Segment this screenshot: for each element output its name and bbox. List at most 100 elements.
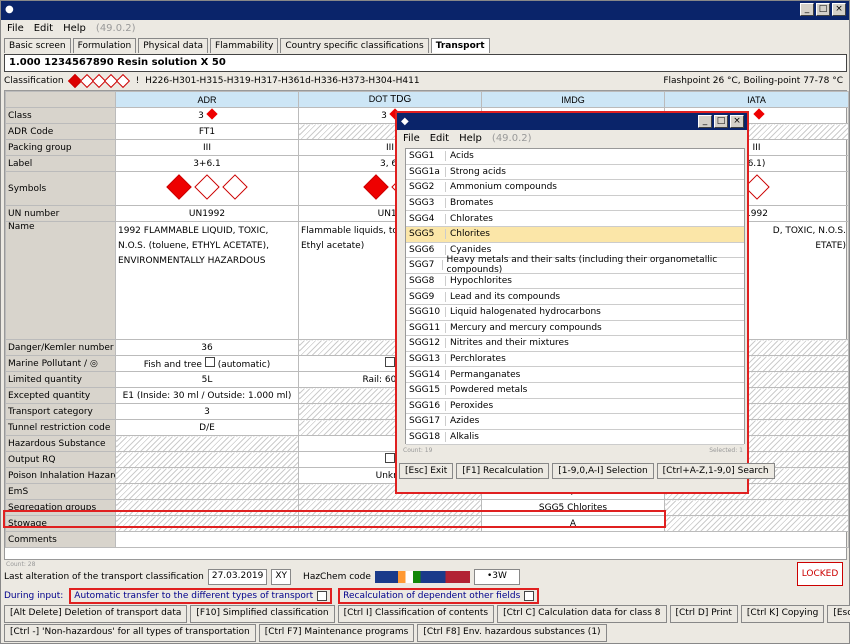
maximize-button[interactable]: □ — [816, 3, 830, 16]
popup-selected: Selected: 1 — [709, 447, 743, 454]
diamond-icon — [206, 108, 218, 120]
list-item[interactable]: SGG14 Permanganates — [406, 367, 744, 383]
row-class-label: Class — [5, 107, 116, 124]
popup-menu-edit[interactable]: Edit — [430, 133, 449, 144]
row-packing-label: Packing group — [5, 139, 116, 156]
list-item[interactable]: SGG9 Lead and its compounds — [406, 289, 744, 305]
list-item[interactable]: SGG12 Nitrites and their mixtures — [406, 336, 744, 352]
exit-button[interactable]: [Esc] Exit — [827, 605, 850, 623]
tab-physical[interactable]: Physical data — [138, 38, 208, 53]
print-button[interactable]: [Ctrl D] Print — [669, 605, 738, 623]
adr-code[interactable]: FT1 — [115, 123, 299, 140]
row-marine-label: Marine Pollutant / ◎ — [5, 355, 116, 372]
row-poison-label: Poison Inhalation Hazard — [5, 467, 116, 484]
adr-limited[interactable]: 5L — [115, 371, 299, 388]
popup-menu-help[interactable]: Help — [459, 133, 482, 144]
row-danger-label: Danger/Kemler number — [5, 339, 116, 356]
menu-edit[interactable]: Edit — [34, 23, 53, 34]
adr-name[interactable]: 1992 FLAMMABLE LIQUID, TOXIC, N.O.S. (tol… — [115, 221, 299, 340]
row-transport-label: Transport category — [5, 403, 116, 420]
flame-icon — [166, 174, 192, 200]
tab-transport[interactable]: Transport — [430, 38, 490, 53]
non-hazardous-button[interactable]: [Ctrl -] 'Non-hazardous' for all types o… — [4, 624, 256, 642]
popup-close-button[interactable]: × — [730, 115, 744, 128]
popup-version: (49.0.2) — [491, 133, 532, 144]
delete-transport-button[interactable]: [Alt Delete] Deletion of transport data — [4, 605, 188, 623]
popup-title-bar: ◆ _ □ × — [397, 113, 747, 130]
classification-contents-button[interactable]: [Ctrl I] Classification of contents — [337, 605, 495, 623]
adr-excepted[interactable]: E1 (Inside: 30 ml / Outside: 1.000 ml) — [115, 387, 299, 404]
alteration-date[interactable]: 27.03.2019 — [207, 569, 268, 585]
menu-help[interactable]: Help — [63, 23, 86, 34]
header-dot: DOT TDG — [298, 91, 482, 108]
adr-un[interactable]: UN1992 — [115, 205, 299, 222]
tab-basic[interactable]: Basic screen — [4, 38, 71, 53]
list-item[interactable]: SGG11 Mercury and mercury compounds — [406, 320, 744, 337]
last-alteration-label: Last alteration of the transport classif… — [4, 572, 204, 582]
hazchem-field[interactable]: •3W — [473, 569, 520, 585]
popup-minimize-button[interactable]: _ — [698, 115, 712, 128]
row-comments-label: Comments — [5, 531, 116, 548]
flame-icon — [363, 174, 389, 200]
auto-transfer-checkbox[interactable] — [317, 591, 328, 601]
hazard-icon — [115, 73, 130, 88]
list-item[interactable]: SGG2 Ammonium compounds — [406, 180, 744, 196]
list-item[interactable]: SGG16 Peroxides — [406, 398, 744, 415]
adr-class[interactable]: 3 — [115, 107, 299, 124]
row-symbols-label: Symbols — [5, 171, 116, 206]
adr-label[interactable]: 3+6.1 — [115, 155, 299, 172]
popup-selection-button[interactable]: [1-9,0,A-I] Selection — [552, 463, 654, 479]
maintenance-button[interactable]: [Ctrl F7] Maintenance programs — [258, 624, 415, 642]
popup-exit-button[interactable]: [Esc] Exit — [399, 463, 454, 479]
minimize-button[interactable]: _ — [800, 3, 814, 16]
popup-maximize-button[interactable]: □ — [714, 115, 728, 128]
popup-menu-file[interactable]: File — [403, 133, 420, 144]
list-item[interactable]: SGG1a Strong acids — [406, 164, 744, 181]
copying-button[interactable]: [Ctrl K] Copying — [740, 605, 825, 623]
list-item[interactable]: SGG4 Chlorates — [406, 211, 744, 227]
list-item[interactable]: SGG8 Hypochlorites — [406, 273, 744, 290]
row-un-label: UN number — [5, 205, 116, 222]
marine-checkbox[interactable] — [204, 357, 215, 367]
list-item[interactable]: SGG17 Azides — [406, 414, 744, 430]
adr-packing[interactable]: III — [115, 139, 299, 156]
list-item[interactable]: SGG18 Alkalis — [406, 429, 744, 446]
menu-bar: File Edit Help (49.0.2) — [1, 21, 849, 36]
row-limited-label: Limited quantity — [5, 371, 116, 388]
popup-recalc-button[interactable]: [F1] Recalculation — [456, 463, 550, 479]
env-hazardous-button[interactable]: [Ctrl F8] Env. hazardous substances (1) — [417, 624, 607, 642]
list-item[interactable]: SGG7 Heavy metals and their salts (includ… — [406, 255, 744, 275]
header-adr: ADR — [115, 91, 299, 108]
auto-transfer-option[interactable]: Automatic transfer to the different type… — [69, 588, 333, 604]
menu-file[interactable]: File — [7, 23, 24, 34]
locked-badge[interactable]: LOCKED — [797, 562, 843, 586]
list-item[interactable]: SGG13 Perchlorates — [406, 351, 744, 368]
segregation-highlight — [3, 510, 666, 528]
adr-tunnel[interactable]: D/E — [115, 419, 299, 436]
list-item[interactable]: SGG3 Bromates — [406, 195, 744, 212]
popup-search-button[interactable]: [Ctrl+A-Z,1-9,0] Search — [656, 463, 775, 479]
recalc-checkbox[interactable] — [524, 591, 535, 601]
comments-field[interactable] — [115, 531, 849, 548]
tab-country[interactable]: Country specific classifications — [280, 38, 429, 53]
list-item[interactable]: SGG1 Acids — [406, 149, 744, 165]
alteration-user[interactable]: XY — [271, 569, 292, 585]
list-item[interactable]: SGG15 Powdered metals — [406, 382, 744, 399]
dot-marine-checkbox[interactable] — [385, 357, 395, 367]
list-item[interactable]: SGG10 Liquid halogenated hydrocarbons — [406, 304, 744, 321]
tab-strip: Basic screen Formulation Physical data F… — [4, 38, 490, 53]
adr-transport[interactable]: 3 — [115, 403, 299, 420]
simplified-classification-button[interactable]: [F10] Simplified classification — [190, 605, 335, 623]
calc-class8-button[interactable]: [Ctrl C] Calculation data for class 8 — [497, 605, 667, 623]
close-button[interactable]: × — [832, 3, 846, 16]
tab-formulation[interactable]: Formulation — [72, 38, 137, 53]
adr-danger[interactable]: 36 — [115, 339, 299, 356]
row-hazsub-label: Hazardous Substance — [5, 435, 116, 452]
classification-line: Classification ! H226-H301-H315-H319-H31… — [4, 73, 847, 88]
adr-marine[interactable]: Fish and tree (automatic) — [115, 355, 299, 372]
tab-flammability[interactable]: Flammability — [210, 38, 279, 53]
recalc-option[interactable]: Recalculation of dependent other fields — [338, 588, 540, 604]
outputrq-checkbox[interactable] — [385, 453, 395, 463]
list-item-selected[interactable]: SGG5 Chlorites — [406, 226, 744, 243]
alteration-bar: Last alteration of the transport classif… — [4, 567, 847, 587]
